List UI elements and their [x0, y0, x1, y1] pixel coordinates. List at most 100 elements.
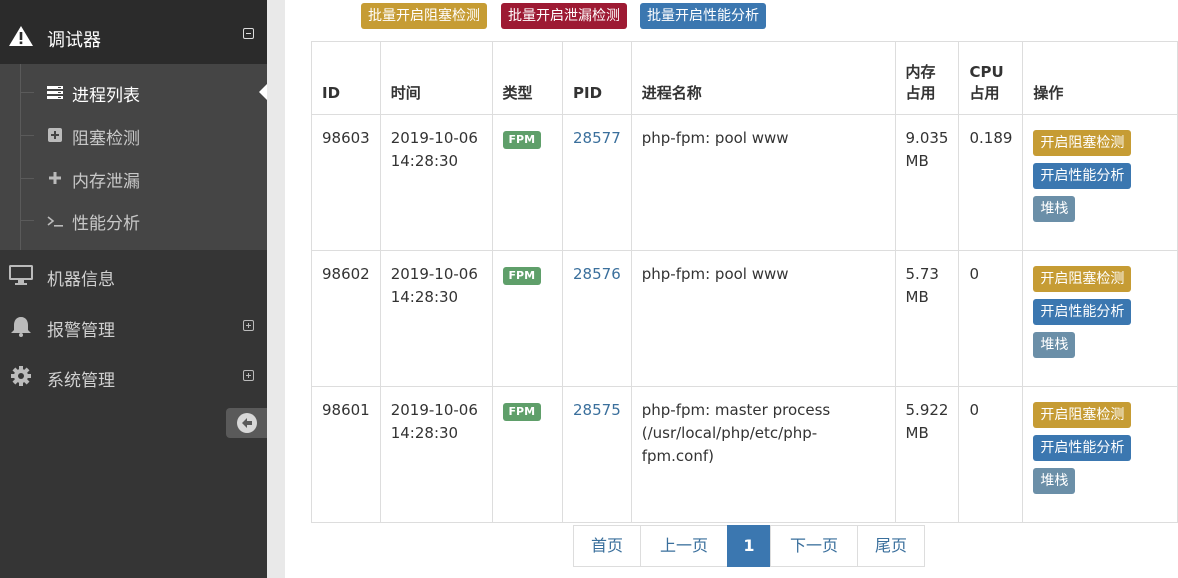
cell-id: 98603	[311, 114, 381, 251]
cell-pid: 28575	[562, 386, 632, 523]
col-cpu: CPU 占用	[958, 41, 1024, 115]
batch-leak-detect-button[interactable]: 批量开启泄漏检测	[501, 3, 627, 29]
sidebar-item-debugger[interactable]: 调试器	[0, 0, 267, 64]
monitor-icon	[8, 264, 34, 286]
enable-block-detect-button[interactable]: 开启阻塞检测	[1033, 130, 1132, 156]
enable-profiling-button[interactable]: 开启性能分析	[1033, 299, 1132, 325]
cell-date: 2019-10-06	[390, 401, 478, 419]
batch-profiling-button[interactable]: 批量开启性能分析	[640, 3, 766, 29]
memory-value: 9.035	[905, 129, 949, 147]
sidebar-item-label: 调试器	[47, 30, 101, 51]
sidebar-item-label: 系统管理	[47, 371, 115, 391]
cell-memory: 9.035 MB	[894, 114, 960, 251]
stack-button[interactable]: 堆栈	[1033, 196, 1076, 222]
plus-icon	[47, 170, 63, 186]
page-prev-button[interactable]: 上一页	[640, 525, 728, 567]
page-current[interactable]: 1	[727, 525, 771, 567]
cell-pid: 28576	[562, 250, 632, 387]
memory-unit: MB	[905, 288, 929, 306]
cell-id: 98601	[311, 386, 381, 523]
cell-type: FPM	[491, 114, 564, 251]
cell-time: 2019-10-06 14:28:30	[379, 114, 493, 251]
col-memory-line1: 内存	[905, 63, 936, 81]
sidebar-item-memory-leak[interactable]: 内存泄漏	[0, 157, 267, 199]
enable-block-detect-button[interactable]: 开启阻塞检测	[1033, 402, 1132, 428]
pid-link[interactable]: 28577	[573, 129, 621, 147]
col-operations: 操作	[1022, 41, 1178, 115]
cell-process-name: php-fpm: master process (/usr/local/php/e…	[630, 386, 896, 523]
col-cpu-line1: CPU	[969, 63, 1004, 81]
col-time: 时间	[379, 41, 493, 115]
type-badge: FPM	[502, 267, 542, 285]
tree-branch	[20, 220, 34, 221]
col-memory-line2: 占用	[905, 84, 936, 102]
tree-branch	[20, 135, 34, 136]
table-row: 98603 2019-10-06 14:28:30 FPM 28577 php-f…	[311, 114, 1178, 251]
cell-type: FPM	[491, 386, 564, 523]
cell-time: 2019-10-06 14:28:30	[379, 250, 493, 387]
cell-date: 2019-10-06	[390, 129, 478, 147]
sidebar-item-label: 机器信息	[47, 270, 115, 290]
page-first-button[interactable]: 首页	[573, 525, 641, 567]
sidebar-item-label: 阻塞检测	[72, 129, 140, 149]
cell-operations: 开启阻塞检测 开启性能分析 堆栈	[1022, 386, 1178, 523]
enable-profiling-button[interactable]: 开启性能分析	[1033, 435, 1132, 461]
process-name-line2: (/usr/local/php/etc/php-fpm.conf)	[641, 424, 818, 465]
arrow-left-circle-icon	[237, 413, 257, 433]
cell-memory: 5.73 MB	[894, 250, 960, 387]
list-icon	[47, 84, 63, 100]
warning-icon	[8, 25, 34, 51]
bell-icon	[8, 315, 34, 337]
tree-branch	[20, 178, 34, 179]
cell-operations: 开启阻塞检测 开启性能分析 堆栈	[1022, 250, 1178, 387]
enable-profiling-button[interactable]: 开启性能分析	[1033, 163, 1132, 189]
cell-clock: 14:28:30	[390, 424, 459, 442]
sidebar-item-label: 性能分析	[72, 214, 140, 234]
sidebar-item-system-management[interactable]: 系统管理	[0, 353, 267, 399]
cell-clock: 14:28:30	[390, 288, 459, 306]
process-name-line1: php-fpm: master process	[641, 401, 831, 419]
cell-time: 2019-10-06 14:28:30	[379, 386, 493, 523]
terminal-icon	[47, 212, 63, 228]
sidebar-item-profiling[interactable]: 性能分析	[0, 199, 267, 241]
expand-icon[interactable]	[243, 370, 254, 381]
memory-unit: MB	[905, 424, 929, 442]
col-id: ID	[311, 41, 381, 115]
cell-date: 2019-10-06	[390, 265, 478, 283]
page-next-button[interactable]: 下一页	[770, 525, 858, 567]
sidebar-item-process-list[interactable]: 进程列表	[0, 71, 267, 113]
col-type: 类型	[491, 41, 564, 115]
type-badge: FPM	[502, 131, 542, 149]
cell-pid: 28577	[562, 114, 632, 251]
stack-button[interactable]: 堆栈	[1033, 468, 1076, 494]
page-last-button[interactable]: 尾页	[857, 525, 925, 567]
expand-icon[interactable]	[243, 320, 254, 331]
cell-type: FPM	[491, 250, 564, 387]
col-process-name: 进程名称	[630, 41, 896, 115]
memory-unit: MB	[905, 152, 929, 170]
table-row: 98601 2019-10-06 14:28:30 FPM 28575 php-f…	[311, 386, 1178, 523]
sidebar-item-label: 报警管理	[47, 321, 115, 341]
batch-block-detect-button[interactable]: 批量开启阻塞检测	[361, 3, 487, 29]
collapse-icon[interactable]	[243, 28, 254, 39]
sidebar-item-alarm-management[interactable]: 报警管理	[0, 303, 267, 349]
sidebar-item-machine-info[interactable]: 机器信息	[0, 252, 267, 298]
cell-process-name: php-fpm: pool www	[630, 114, 896, 251]
cell-cpu: 0.189	[958, 114, 1024, 251]
enable-block-detect-button[interactable]: 开启阻塞检测	[1033, 266, 1132, 292]
cell-id: 98602	[311, 250, 381, 387]
sidebar-item-block-detect[interactable]: 阻塞检测	[0, 114, 267, 156]
plus-square-icon	[47, 127, 63, 143]
cell-cpu: 0	[958, 250, 1024, 387]
pid-link[interactable]: 28575	[573, 401, 621, 419]
table-header-row: ID 时间 类型 PID 进程名称 内存占用 CPU 占用 操作	[311, 41, 1178, 115]
process-table: ID 时间 类型 PID 进程名称 内存占用 CPU 占用 操作 98603 20…	[311, 41, 1178, 523]
cell-operations: 开启阻塞检测 开启性能分析 堆栈	[1022, 114, 1178, 251]
tree-branch	[20, 92, 34, 93]
active-indicator	[259, 84, 267, 100]
sidebar-collapse-button[interactable]	[226, 408, 267, 438]
col-pid: PID	[562, 41, 632, 115]
pagination: 首页 上一页 1 下一页 尾页	[573, 525, 925, 567]
pid-link[interactable]: 28576	[573, 265, 621, 283]
stack-button[interactable]: 堆栈	[1033, 332, 1076, 358]
